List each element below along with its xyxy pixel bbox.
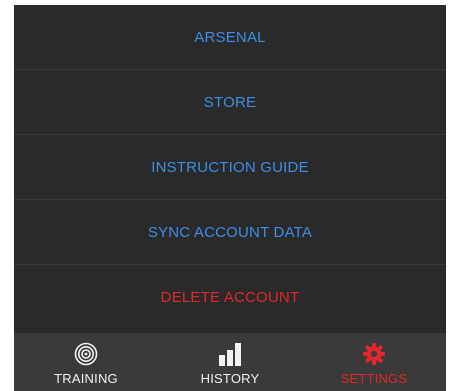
settings-screen: ARSENAL STORE INSTRUCTION GUIDE SYNC ACC…: [14, 5, 446, 391]
tab-history[interactable]: HISTORY: [158, 333, 302, 391]
bar-chart-icon: [216, 342, 244, 366]
bottom-tab-bar: TRAINING HISTORY SETTINGS: [14, 333, 446, 391]
settings-menu: ARSENAL STORE INSTRUCTION GUIDE SYNC ACC…: [14, 5, 446, 333]
menu-item-sync-account-data[interactable]: SYNC ACCOUNT DATA: [14, 200, 446, 265]
menu-item-store[interactable]: STORE: [14, 70, 446, 135]
tab-settings[interactable]: SETTINGS: [302, 333, 446, 391]
menu-item-arsenal[interactable]: ARSENAL: [14, 5, 446, 70]
menu-item-delete-account[interactable]: DELETE ACCOUNT: [14, 265, 446, 329]
tab-training[interactable]: TRAINING: [14, 333, 158, 391]
target-icon: [72, 342, 100, 366]
tab-training-label: TRAINING: [54, 371, 118, 386]
tab-settings-label: SETTINGS: [340, 371, 408, 386]
tab-history-label: HISTORY: [200, 371, 260, 386]
menu-item-instruction-guide[interactable]: INSTRUCTION GUIDE: [14, 135, 446, 200]
gear-icon: [360, 342, 388, 366]
